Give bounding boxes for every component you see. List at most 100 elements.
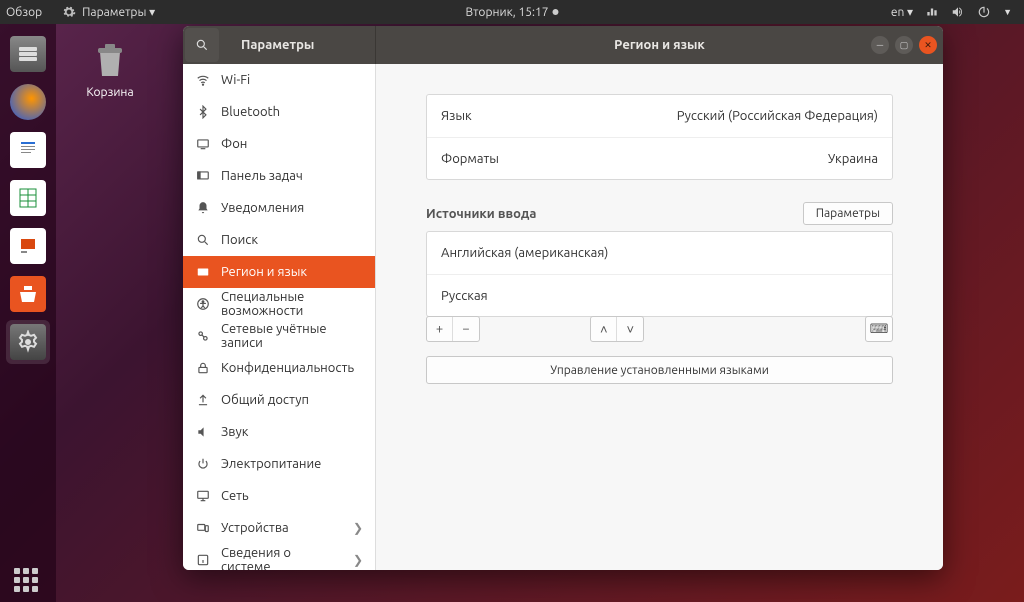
network-icon[interactable]	[925, 5, 939, 19]
sidebar-item-label: Общий доступ	[221, 393, 309, 407]
gear-icon	[62, 5, 76, 19]
language-label: Язык	[441, 109, 472, 123]
share-icon	[195, 392, 211, 408]
sidebar-item-search[interactable]: Поиск	[183, 224, 375, 256]
close-button[interactable]: ✕	[919, 36, 937, 54]
chevron-right-icon: ❯	[353, 553, 363, 567]
input-source-row[interactable]: Английская (американская)	[427, 232, 892, 274]
dock-impress[interactable]	[6, 224, 50, 268]
top-panel: Обзор Параметры ▾ Вторник, 15:17 en ▾ ▼	[0, 0, 1024, 24]
sidebar-item-label: Звук	[221, 425, 248, 439]
language-formats-frame: Язык Русский (Российская Федерация) Форм…	[426, 94, 893, 180]
sidebar-item-label: Регион и язык	[221, 265, 307, 279]
show-applications-button[interactable]	[14, 568, 38, 592]
chevron-down-icon[interactable]: ▼	[1003, 7, 1012, 17]
window-title: Регион и язык	[376, 38, 943, 52]
sidebar-item-label: Панель задач	[221, 169, 303, 183]
sidebar-item-background[interactable]: Фон	[183, 128, 375, 160]
sidebar-item-network[interactable]: Сеть	[183, 480, 375, 512]
bluetooth-icon	[195, 104, 211, 120]
app-menu[interactable]: Параметры ▾	[82, 5, 155, 19]
sidebar-item-label: Поиск	[221, 233, 258, 247]
move-up-button[interactable]: ˄	[591, 317, 617, 341]
wifi-icon	[195, 72, 211, 88]
dock-icon	[195, 168, 211, 184]
language-value: Русский (Российская Федерация)	[677, 109, 878, 123]
sidebar-item-label: Специальные возможности	[221, 290, 363, 318]
sidebar-title: Параметры	[221, 38, 375, 52]
sidebar-item-label: Сведения о системе	[221, 546, 343, 570]
input-language-indicator[interactable]: en ▾	[891, 5, 913, 19]
battery-icon	[195, 456, 211, 472]
sidebar-item-wifi[interactable]: Wi-Fi	[183, 64, 375, 96]
remove-source-button[interactable]: −	[453, 317, 479, 341]
sidebar-item-label: Wi-Fi	[221, 73, 250, 87]
volume-icon[interactable]	[951, 5, 965, 19]
sidebar-item-sharing[interactable]: Общий доступ	[183, 384, 375, 416]
sidebar-item-power[interactable]: Электропитание	[183, 448, 375, 480]
settings-window: Параметры Регион и язык ─ ▢ ✕ Wi-Fi Blue…	[183, 26, 943, 570]
input-sources-heading: Источники ввода	[426, 207, 536, 221]
language-row[interactable]: Язык Русский (Российская Федерация)	[427, 95, 892, 137]
devices-icon	[195, 520, 211, 536]
sidebar-item-online-accounts[interactable]: Сетевые учётные записи	[183, 320, 375, 352]
dock-calc[interactable]	[6, 176, 50, 220]
input-source-label: Русская	[441, 289, 488, 303]
input-sources-list: Английская (американская) Русская	[426, 231, 893, 317]
activities-button[interactable]: Обзор	[6, 6, 42, 19]
content-pane: Язык Русский (Российская Федерация) Форм…	[376, 64, 943, 570]
sidebar-item-label: Bluetooth	[221, 105, 280, 119]
formats-row[interactable]: Форматы Украина	[427, 137, 892, 179]
sidebar-item-region-language[interactable]: Регион и язык	[183, 256, 375, 288]
sidebar-item-label: Электропитание	[221, 457, 321, 471]
dock	[0, 24, 56, 602]
dock-software[interactable]	[6, 272, 50, 316]
sidebar-item-privacy[interactable]: Конфиденциальность	[183, 352, 375, 384]
region-icon	[195, 264, 211, 280]
move-down-button[interactable]: ˅	[617, 317, 643, 341]
dock-writer[interactable]	[6, 128, 50, 172]
search-icon	[195, 38, 209, 52]
sidebar-item-label: Конфиденциальность	[221, 361, 354, 375]
add-source-button[interactable]: +	[427, 317, 453, 341]
dock-settings[interactable]	[6, 320, 50, 364]
titlebar[interactable]: Параметры Регион и язык ─ ▢ ✕	[183, 26, 943, 64]
sidebar-item-dock[interactable]: Панель задач	[183, 160, 375, 192]
dock-firefox[interactable]	[6, 80, 50, 124]
sidebar-item-notifications[interactable]: Уведомления	[183, 192, 375, 224]
formats-value: Украина	[828, 152, 878, 166]
input-source-label: Английская (американская)	[441, 246, 608, 260]
chevron-right-icon: ❯	[353, 521, 363, 535]
background-icon	[195, 136, 211, 152]
sidebar-item-label: Сетевые учётные записи	[221, 322, 363, 350]
sidebar-item-label: Уведомления	[221, 201, 304, 215]
network-icon	[195, 488, 211, 504]
input-source-row[interactable]: Русская	[427, 274, 892, 316]
dock-files[interactable]	[6, 32, 50, 76]
input-sources-options-button[interactable]: Параметры	[803, 202, 893, 225]
formats-label: Форматы	[441, 152, 499, 166]
info-icon	[195, 552, 211, 568]
sidebar: Wi-Fi Bluetooth Фон Панель задач Уведомл…	[183, 64, 376, 570]
search-icon	[195, 232, 211, 248]
manage-languages-button[interactable]: Управление установленными языками	[426, 356, 893, 384]
power-icon[interactable]	[977, 5, 991, 19]
sidebar-item-sound[interactable]: Звук	[183, 416, 375, 448]
accessibility-icon	[195, 296, 211, 312]
sidebar-item-label: Сеть	[221, 489, 249, 503]
sidebar-item-bluetooth[interactable]: Bluetooth	[183, 96, 375, 128]
trash-label: Корзина	[80, 86, 140, 99]
sidebar-item-label: Фон	[221, 137, 247, 151]
trash-desktop-icon[interactable]: Корзина	[80, 38, 140, 99]
search-button[interactable]	[185, 28, 219, 62]
maximize-button[interactable]: ▢	[895, 36, 913, 54]
sidebar-item-accessibility[interactable]: Специальные возможности	[183, 288, 375, 320]
clock[interactable]: Вторник, 15:17	[465, 6, 548, 19]
minimize-button[interactable]: ─	[871, 36, 889, 54]
cloud-icon	[195, 328, 211, 344]
sidebar-item-devices[interactable]: Устройства❯	[183, 512, 375, 544]
bell-icon	[195, 200, 211, 216]
sidebar-item-details[interactable]: Сведения о системе ❯	[183, 544, 375, 570]
keyboard-layout-button[interactable]: ⌨	[866, 317, 892, 341]
speaker-icon	[195, 424, 211, 440]
